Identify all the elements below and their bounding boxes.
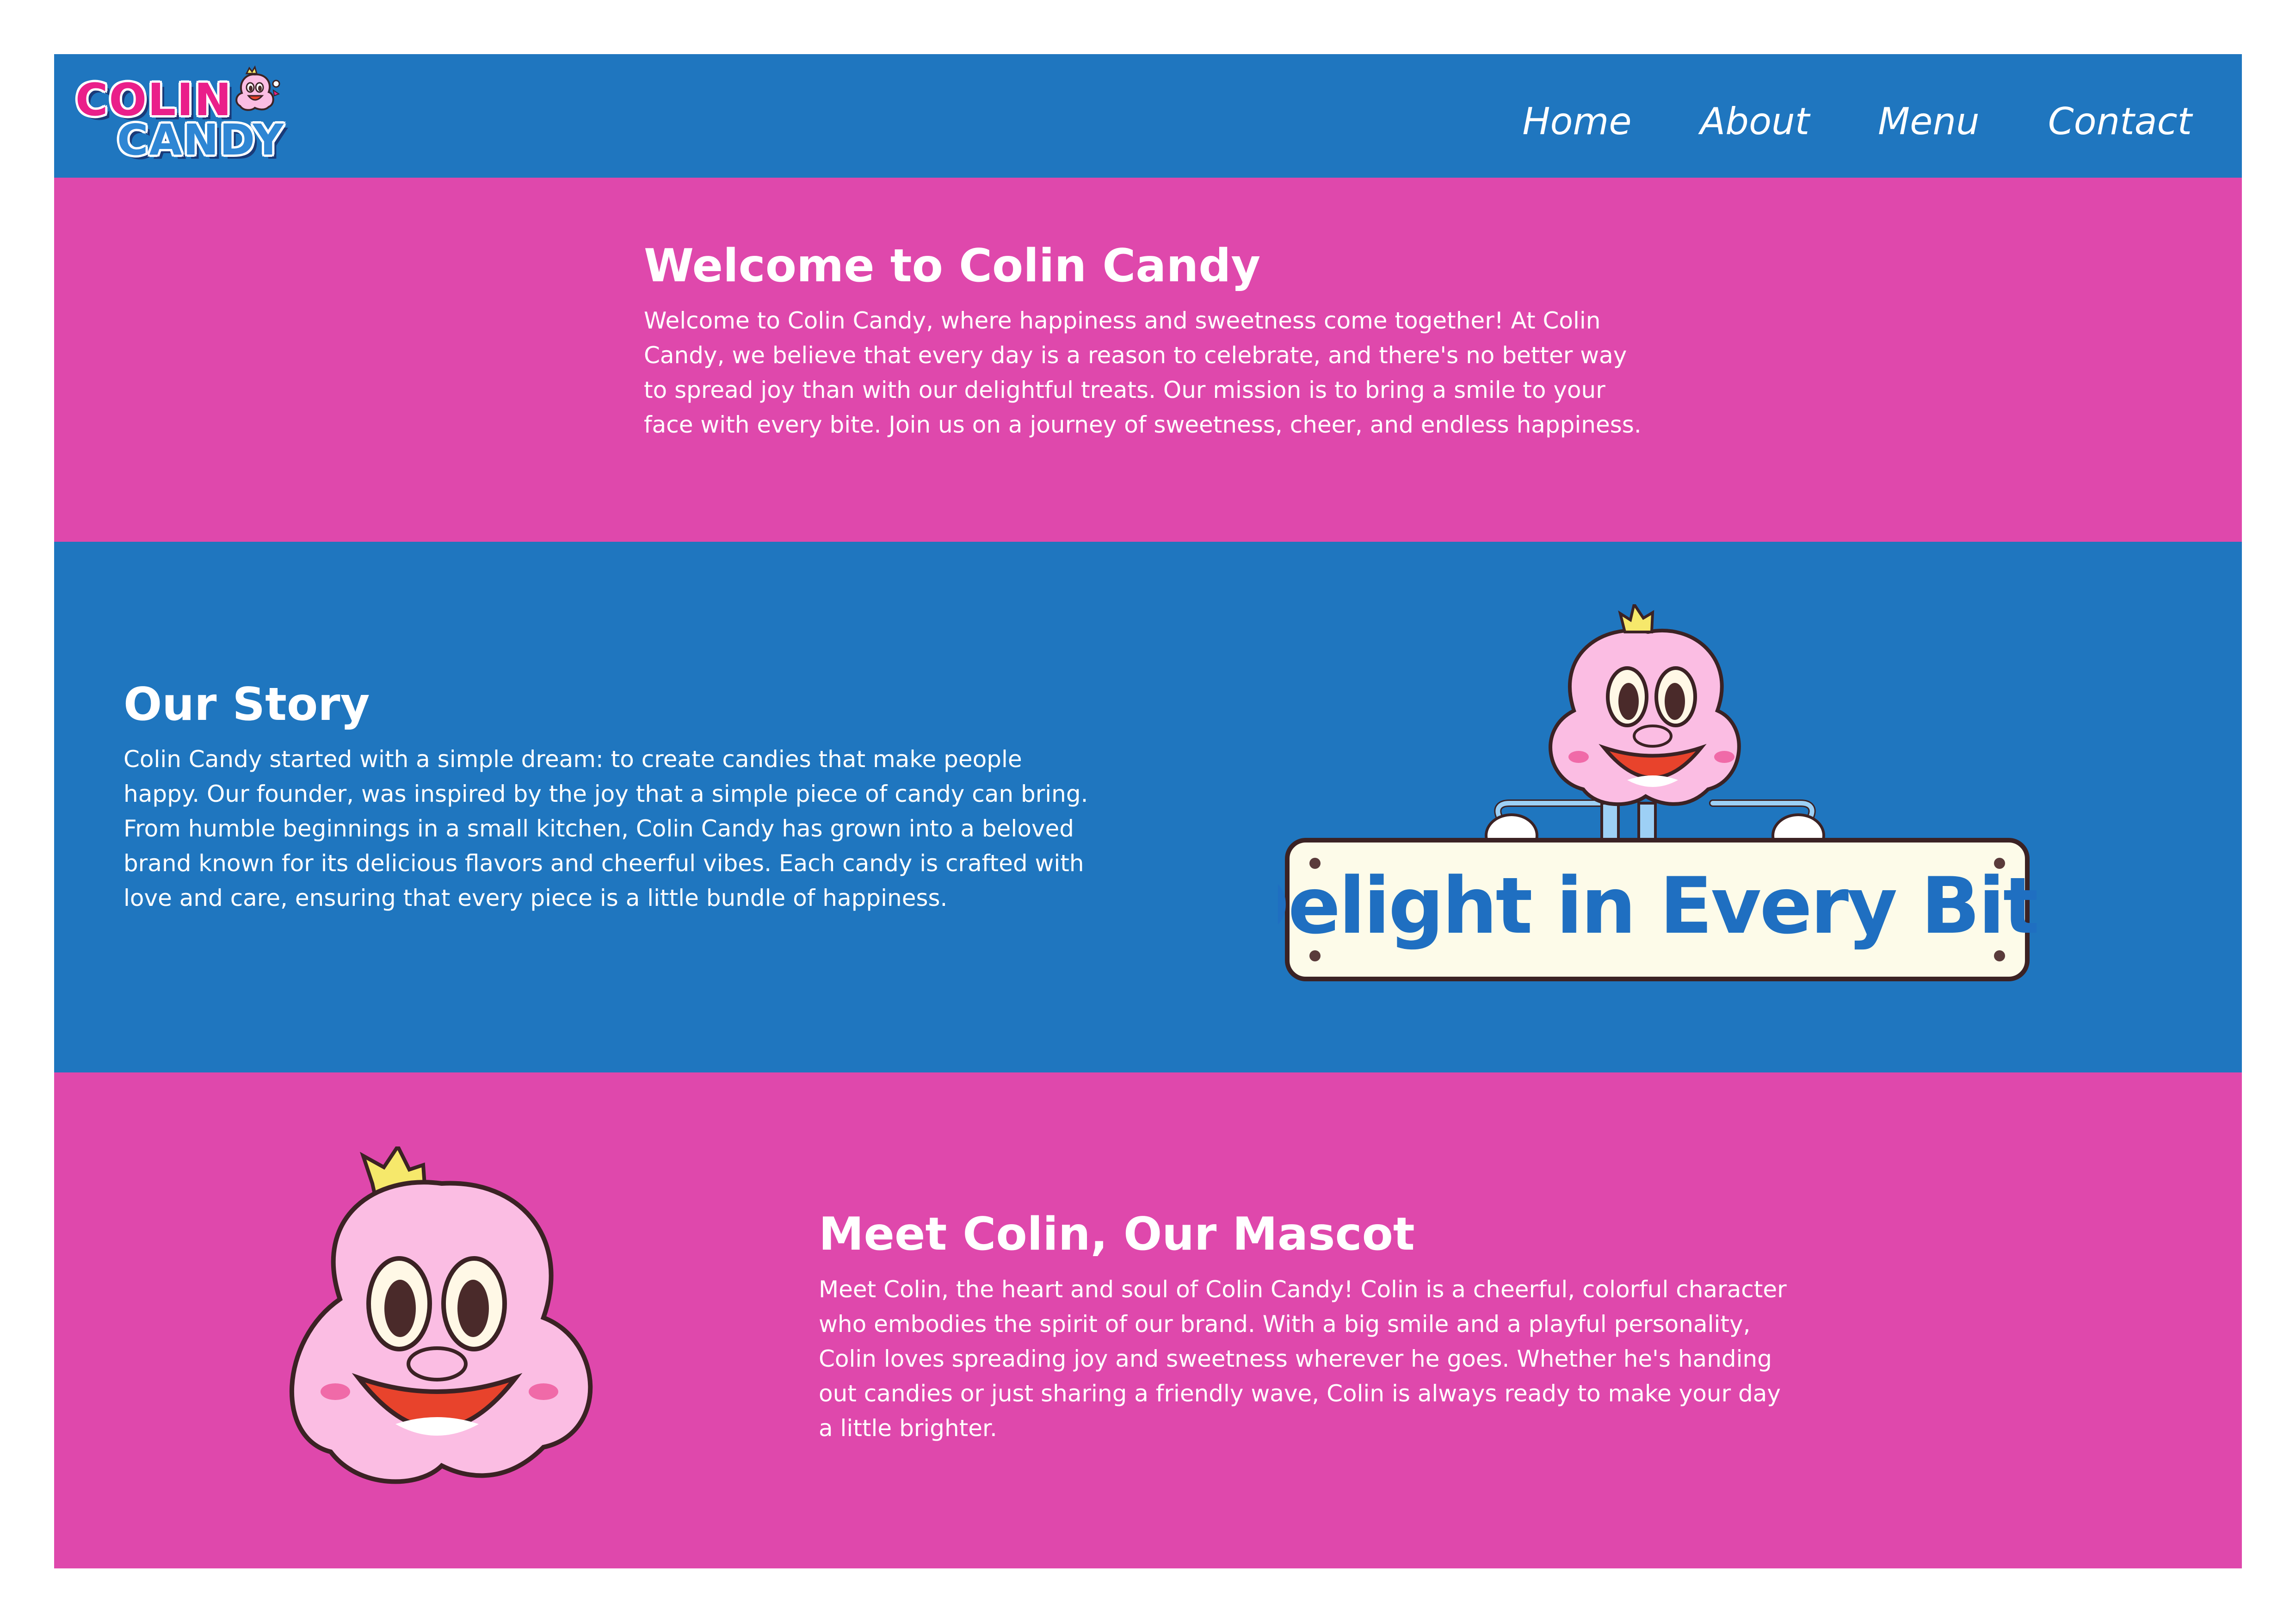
site-header: COLIN CANDY Home About Menu Contact [54,54,2242,178]
mascot-text: Meet Colin, the heart and soul of Colin … [819,1276,1787,1442]
nav-contact[interactable]: Contact [2048,99,2192,145]
nav-menu[interactable]: Menu [1878,99,1980,145]
our-story-section: Our Story Colin Candy started with a sim… [54,542,2242,1072]
mascot-section: Meet Colin, Our Mascot Meet Colin, the h… [54,1072,2242,1568]
nav-home[interactable]: Home [1522,99,1631,145]
welcome-title: Welcome to Colin Candy [644,240,1261,292]
main-nav: Home About Menu Contact [1522,99,2192,145]
mascot-title: Meet Colin, Our Mascot [819,1208,1415,1261]
welcome-section: Welcome to Colin Candy Welcome to Colin … [54,178,2242,542]
colin-mascot-illustration [289,1146,593,1484]
nav-about[interactable]: About [1700,99,1810,145]
story-title: Our Story [123,678,370,731]
welcome-text: Welcome to Colin Candy, where happiness … [644,307,1642,438]
story-text: Colin Candy started with a simple dream:… [123,746,1088,911]
sign-text: Delight in Every Bite [1278,861,2037,951]
logo-line-2: CANDY [117,115,285,165]
mascot-holding-sign-illustration: Delight in Every Bite [1278,604,2037,981]
page-frame: COLIN CANDY Home About Menu Contact Welc… [54,54,2242,1568]
colin-candy-logo[interactable]: COLIN CANDY [72,62,284,170]
logo-mascot-icon [235,65,280,111]
